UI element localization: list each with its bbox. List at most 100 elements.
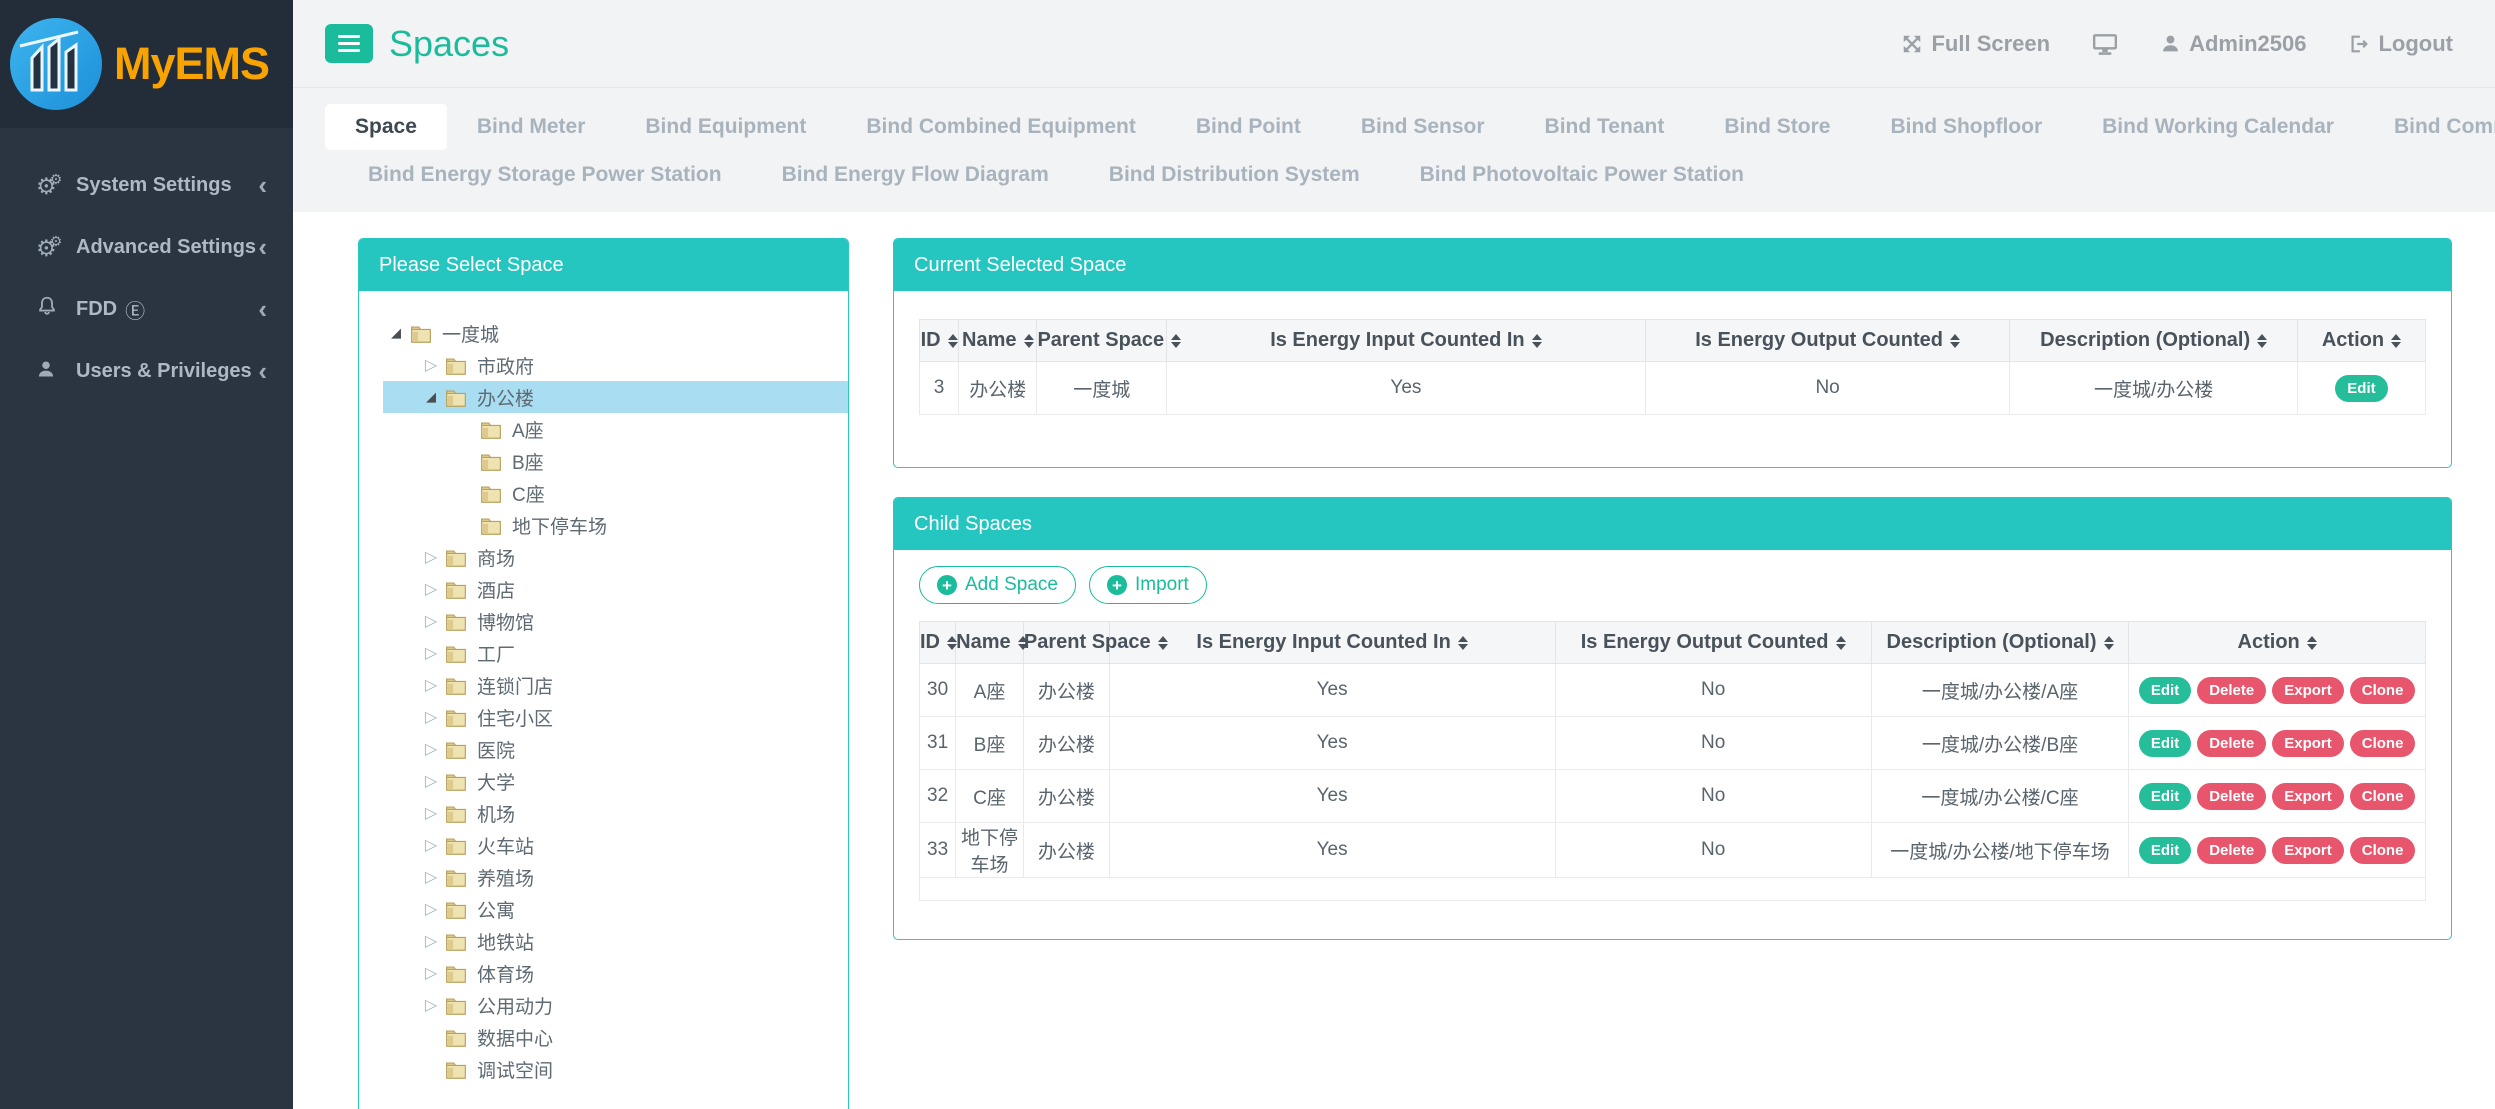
- tree-node-c[interactable]: C座: [383, 477, 848, 509]
- tab-bind-meter[interactable]: Bind Meter: [447, 104, 616, 150]
- export-button[interactable]: Export: [2272, 677, 2344, 704]
- expand-icon[interactable]: ▷: [418, 771, 444, 791]
- column-header-name[interactable]: Name: [956, 622, 1024, 664]
- clone-button[interactable]: Clone: [2350, 677, 2416, 704]
- tree-node-space[interactable]: ▷医院: [383, 733, 848, 765]
- tab-bind-combined-equipment[interactable]: Bind Combined Equipment: [836, 104, 1165, 150]
- tree-node-space[interactable]: ▷博物馆: [383, 605, 848, 637]
- tab-bind-energy-storage-power-station[interactable]: Bind Energy Storage Power Station: [338, 163, 752, 187]
- clone-button[interactable]: Clone: [2350, 837, 2416, 864]
- tab-bind-point[interactable]: Bind Point: [1166, 104, 1331, 150]
- export-button[interactable]: Export: [2272, 730, 2344, 757]
- tab-bind-distribution-system[interactable]: Bind Distribution System: [1079, 163, 1390, 187]
- sidebar-item-advanced-settings[interactable]: ⚙⚙Advanced Settings‹: [0, 216, 293, 278]
- tree-node-space[interactable]: ▷机场: [383, 797, 848, 829]
- expand-icon[interactable]: ▷: [418, 643, 444, 663]
- column-header-action[interactable]: Action: [2297, 320, 2425, 362]
- column-header-description-optional[interactable]: Description (Optional): [1871, 622, 2129, 664]
- monitor-button[interactable]: [2092, 31, 2118, 57]
- column-header-description-optional[interactable]: Description (Optional): [2010, 320, 2298, 362]
- expand-icon[interactable]: ▷: [418, 931, 444, 951]
- expand-icon[interactable]: ▷: [418, 355, 444, 375]
- delete-button[interactable]: Delete: [2197, 677, 2266, 704]
- tree-node-space[interactable]: ▷体育场: [383, 957, 848, 989]
- user-menu[interactable]: Admin2506: [2160, 31, 2306, 57]
- tree-node-b[interactable]: B座: [383, 445, 848, 477]
- expand-icon[interactable]: ▷: [418, 611, 444, 631]
- column-header-id[interactable]: ID: [920, 622, 956, 664]
- tree-node-space[interactable]: ▷酒店: [383, 573, 848, 605]
- tree-node-space[interactable]: ▷住宅小区: [383, 701, 848, 733]
- tree-node-space[interactable]: 数据中心: [383, 1021, 848, 1053]
- edit-button[interactable]: Edit: [2139, 837, 2191, 864]
- column-header-action[interactable]: Action: [2129, 622, 2426, 664]
- tab-bind-command[interactable]: Bind CommandⒺ: [2364, 104, 2495, 150]
- tab-bind-energy-flow-diagram[interactable]: Bind Energy Flow Diagram: [752, 163, 1079, 187]
- tab-bind-working-calendar[interactable]: Bind Working Calendar: [2072, 104, 2364, 150]
- tab-bind-shopfloor[interactable]: Bind Shopfloor: [1860, 104, 2072, 150]
- expand-icon[interactable]: ▷: [418, 675, 444, 695]
- column-header-is-energy-input-counted-in[interactable]: Is Energy Input Counted In: [1109, 622, 1555, 664]
- expand-icon[interactable]: ▷: [418, 899, 444, 919]
- column-header-is-energy-input-counted-in[interactable]: Is Energy Input Counted In: [1166, 320, 1645, 362]
- full-screen-button[interactable]: Full Screen: [1901, 31, 2050, 57]
- tree-node-space[interactable]: ▷地铁站: [383, 925, 848, 957]
- edit-button[interactable]: Edit: [2139, 677, 2191, 704]
- import-button[interactable]: + Import: [1089, 566, 1207, 604]
- column-header-name[interactable]: Name: [959, 320, 1037, 362]
- tree-node-space[interactable]: ◢一度城: [383, 317, 848, 349]
- expand-icon[interactable]: ▷: [418, 579, 444, 599]
- expand-icon[interactable]: ▷: [418, 739, 444, 759]
- tab-bind-sensor[interactable]: Bind Sensor: [1331, 104, 1515, 150]
- delete-button[interactable]: Delete: [2197, 837, 2266, 864]
- sidebar-item-fdd[interactable]: FDDⒺ‹: [0, 278, 293, 340]
- tree-node-space[interactable]: 调试空间: [383, 1053, 848, 1085]
- tree-node-space[interactable]: ▷养殖场: [383, 861, 848, 893]
- expand-icon[interactable]: ▷: [418, 963, 444, 983]
- tree-node-space[interactable]: ▷市政府: [383, 349, 848, 381]
- expand-icon[interactable]: ▷: [418, 995, 444, 1015]
- tree-node-a[interactable]: A座: [383, 413, 848, 445]
- column-header-id[interactable]: ID: [920, 320, 959, 362]
- delete-button[interactable]: Delete: [2197, 730, 2266, 757]
- logout-button[interactable]: Logout: [2348, 31, 2453, 57]
- add-space-button[interactable]: + Add Space: [919, 566, 1076, 604]
- expand-icon[interactable]: ▷: [418, 803, 444, 823]
- export-button[interactable]: Export: [2272, 837, 2344, 864]
- tree-node-space[interactable]: ▷ 公用动力: [383, 989, 848, 1021]
- tab-bind-store[interactable]: Bind Store: [1694, 104, 1860, 150]
- tree-node-space[interactable]: ▷连锁门店: [383, 669, 848, 701]
- expand-icon[interactable]: ▷: [418, 835, 444, 855]
- tree-node-space[interactable]: ▷火车站: [383, 829, 848, 861]
- sidebar-item-system-settings[interactable]: ⚙⚙System Settings‹: [0, 154, 293, 216]
- tab-bind-tenant[interactable]: Bind Tenant: [1515, 104, 1695, 150]
- expand-icon[interactable]: ▷: [418, 707, 444, 727]
- edit-button[interactable]: Edit: [2139, 783, 2191, 810]
- tab-bind-photovoltaic-power-station[interactable]: Bind Photovoltaic Power Station: [1390, 163, 1774, 187]
- column-header-is-energy-output-counted[interactable]: Is Energy Output Counted: [1645, 320, 2009, 362]
- tree-node-space[interactable]: 地下停车场: [383, 509, 848, 541]
- expand-icon[interactable]: ▷: [418, 867, 444, 887]
- edit-button[interactable]: Edit: [2335, 375, 2387, 402]
- clone-button[interactable]: Clone: [2350, 783, 2416, 810]
- collapse-icon[interactable]: ◢: [383, 325, 409, 341]
- tree-node-space[interactable]: ▷公寓: [383, 893, 848, 925]
- collapse-icon[interactable]: ◢: [418, 389, 444, 405]
- tree-node-space[interactable]: ▷工厂: [383, 637, 848, 669]
- column-header-parent-space[interactable]: Parent Space: [1023, 622, 1109, 664]
- tab-bind-equipment[interactable]: Bind Equipment: [615, 104, 836, 150]
- edit-button[interactable]: Edit: [2139, 730, 2191, 757]
- tab-space[interactable]: Space: [325, 104, 447, 150]
- tree-node-space[interactable]: ▷商场: [383, 541, 848, 573]
- tree-node-space[interactable]: ◢办公楼: [383, 381, 848, 413]
- tree-node-space[interactable]: ▷大学: [383, 765, 848, 797]
- tree-node-label: 公用动力: [477, 992, 553, 1019]
- sidebar-item-users-privileges[interactable]: Users & Privileges‹: [0, 340, 293, 402]
- delete-button[interactable]: Delete: [2197, 783, 2266, 810]
- clone-button[interactable]: Clone: [2350, 730, 2416, 757]
- column-header-is-energy-output-counted[interactable]: Is Energy Output Counted: [1555, 622, 1871, 664]
- sidebar-toggle-button[interactable]: [325, 24, 373, 63]
- expand-icon[interactable]: ▷: [418, 547, 444, 567]
- export-button[interactable]: Export: [2272, 783, 2344, 810]
- column-header-parent-space[interactable]: Parent Space: [1037, 320, 1167, 362]
